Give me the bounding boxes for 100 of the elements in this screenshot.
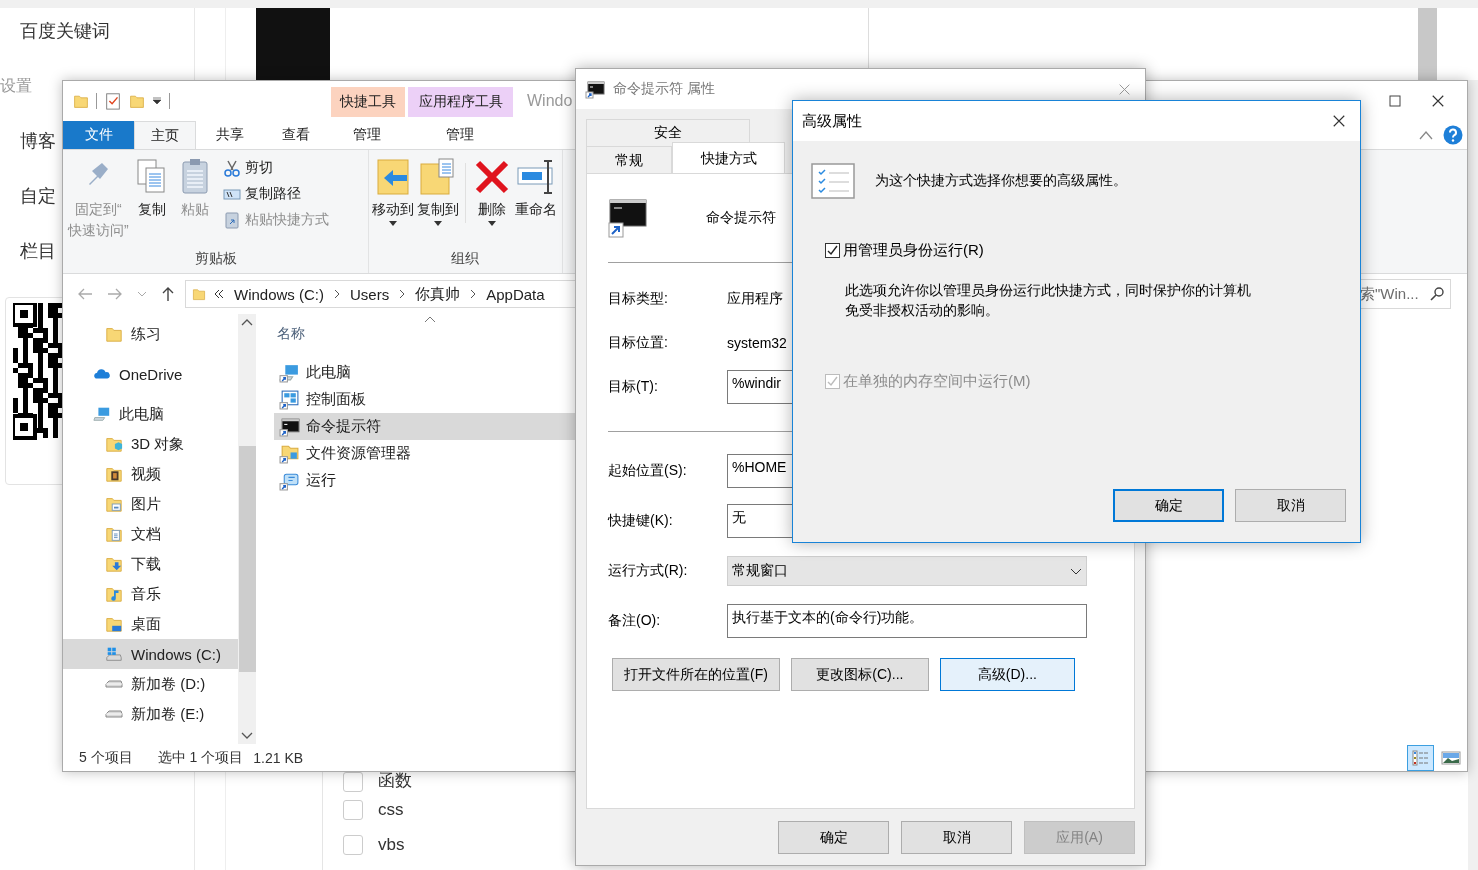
nav-item[interactable]: 练习 bbox=[63, 319, 238, 349]
back-icon[interactable] bbox=[77, 287, 93, 301]
checkbox-label: 在单独的内存空间中运行(M) bbox=[843, 372, 1031, 391]
field-label: 起始位置(S): bbox=[608, 462, 688, 480]
ribbon-tab[interactable]: 共享 bbox=[196, 121, 263, 149]
nav-item[interactable]: OneDrive bbox=[63, 359, 238, 389]
button[interactable]: 更改图标(C)... bbox=[790, 658, 929, 691]
nav-item[interactable]: 桌面 bbox=[63, 609, 238, 639]
scroll-up-icon[interactable] bbox=[241, 318, 253, 326]
folder-document-icon bbox=[105, 525, 123, 543]
tab[interactable]: 常规 bbox=[586, 146, 672, 174]
chevron-icon bbox=[399, 289, 406, 299]
button[interactable]: 取消 bbox=[901, 821, 1012, 854]
folder-icon bbox=[279, 443, 300, 464]
help-icon[interactable] bbox=[1443, 125, 1463, 145]
status-text: 5 个项目 bbox=[79, 748, 133, 767]
scroll-down-icon[interactable] bbox=[241, 732, 253, 740]
collapse-icon[interactable] bbox=[1419, 130, 1433, 140]
column-header[interactable]: 名称 bbox=[277, 325, 305, 343]
folder-screen-icon bbox=[105, 615, 123, 633]
button[interactable]: 高级(D)... bbox=[939, 658, 1075, 691]
button[interactable]: 取消 bbox=[1235, 489, 1346, 522]
nav-item[interactable]: 新加卷 (D:) bbox=[63, 669, 238, 699]
computer-icon bbox=[279, 362, 300, 383]
field-label: 备注(O): bbox=[608, 612, 662, 630]
ribbon-button[interactable]: 剪切 bbox=[220, 155, 331, 181]
text-field[interactable]: 执行基于文本的(命令行)功能。 bbox=[727, 604, 1087, 638]
folder-film-icon bbox=[105, 465, 123, 483]
nav-item[interactable]: 文档 bbox=[63, 519, 238, 549]
computer-icon bbox=[93, 405, 111, 423]
field-label: 目标位置: bbox=[608, 334, 669, 352]
nav-item[interactable]: 新加卷 (E:) bbox=[63, 699, 238, 729]
scrollbar[interactable] bbox=[1468, 80, 1478, 870]
description-text: 此选项允许你以管理员身份运行此快捷方式，同时保护你的计算机免受非授权活动的影响。 bbox=[845, 281, 1252, 320]
file-tab[interactable]: 文件 bbox=[63, 121, 134, 149]
ribbon-tab[interactable]: 查看 bbox=[263, 121, 328, 149]
button[interactable]: 确定 bbox=[778, 821, 889, 854]
ribbon-tab[interactable]: 管理 bbox=[328, 121, 406, 149]
sidebar-item[interactable]: 自定 bbox=[20, 183, 56, 209]
scrollbar[interactable] bbox=[1418, 8, 1437, 80]
tab[interactable]: 快捷方式 bbox=[672, 142, 785, 174]
nav-item[interactable]: 视频 bbox=[63, 459, 238, 489]
sidebar-item[interactable]: 百度关键词 bbox=[20, 18, 110, 44]
window-title: 命令提示符 属性 bbox=[613, 80, 715, 98]
ribbon-button[interactable]: 移动到 bbox=[371, 155, 415, 250]
ribbon-button[interactable]: 重命名 bbox=[514, 155, 558, 250]
window-title: 高级属性 bbox=[802, 111, 862, 131]
breadcrumb[interactable]: AppData bbox=[484, 285, 547, 303]
field-label: 目标(T): bbox=[608, 378, 659, 396]
sort-icon bbox=[424, 316, 436, 323]
tool-tab-header: 快捷工具 bbox=[331, 87, 405, 117]
ribbon-tab[interactable]: 管理 bbox=[406, 121, 513, 149]
sidebar-item[interactable]: 博客 bbox=[20, 128, 56, 154]
button[interactable]: 确定 bbox=[1113, 489, 1224, 522]
close-icon[interactable] bbox=[1332, 114, 1346, 128]
breadcrumb[interactable]: Users bbox=[348, 285, 392, 303]
checkbox-label: 函数 bbox=[378, 770, 412, 792]
drive-icon bbox=[105, 645, 123, 663]
ribbon-button[interactable]: 复制到 bbox=[416, 155, 460, 250]
scrollbar[interactable] bbox=[238, 314, 256, 744]
caret-icon bbox=[488, 221, 496, 226]
clipboard-icon bbox=[222, 211, 241, 229]
ribbon-button[interactable]: 复制 bbox=[130, 155, 173, 250]
group-label: 剪贴板 bbox=[193, 250, 238, 268]
ribbon-button[interactable]: 复制路径 bbox=[220, 181, 331, 207]
button[interactable]: 打开文件所在的位置(F) bbox=[612, 658, 780, 691]
breadcrumb[interactable]: 你真帅 bbox=[413, 284, 463, 304]
caret-icon bbox=[434, 221, 442, 226]
nav-item[interactable]: Windows (C:) bbox=[63, 639, 238, 669]
checkbox-label: 用管理员身份运行(R) bbox=[843, 241, 984, 260]
field-label: 目标类型: bbox=[608, 290, 669, 308]
checkbox[interactable] bbox=[825, 243, 840, 258]
field-label: 快捷键(K): bbox=[608, 512, 674, 530]
folder-icon bbox=[105, 325, 123, 343]
nav-item[interactable]: 此电脑 bbox=[63, 399, 238, 429]
caret-icon[interactable] bbox=[152, 97, 162, 105]
forward-icon[interactable] bbox=[107, 287, 123, 301]
tab[interactable]: 安全 bbox=[586, 119, 750, 146]
nav-item[interactable]: 下载 bbox=[63, 549, 238, 579]
dropdown[interactable]: 常规窗口 bbox=[727, 556, 1087, 586]
view-button[interactable] bbox=[1407, 744, 1434, 771]
maximize-icon[interactable] bbox=[1389, 95, 1401, 107]
nav-item[interactable]: 图片 bbox=[63, 489, 238, 519]
close-icon[interactable] bbox=[1431, 94, 1445, 108]
breadcrumb[interactable]: Windows (C:) bbox=[232, 285, 326, 303]
up-icon[interactable] bbox=[161, 286, 175, 302]
caret-icon bbox=[1070, 567, 1082, 575]
checklist-icon bbox=[104, 91, 122, 111]
ribbon-tab[interactable]: 主页 bbox=[134, 121, 196, 149]
text-field-icon bbox=[516, 157, 556, 197]
status-text: 1.21 KB bbox=[253, 749, 304, 766]
dialog-text: 为这个快捷方式选择你想要的高级属性。 bbox=[875, 172, 1127, 190]
drive-icon bbox=[105, 680, 123, 688]
folder-down-arrow-icon bbox=[105, 555, 123, 573]
nav-item[interactable]: 3D 对象 bbox=[63, 429, 238, 459]
ribbon-button[interactable]: 删除 bbox=[471, 155, 513, 250]
nav-item[interactable]: 音乐 bbox=[63, 579, 238, 609]
large-icons-view-icon bbox=[1440, 750, 1461, 765]
sidebar-item[interactable]: 栏目 bbox=[20, 238, 56, 264]
tool-tab-header: 应用程序工具 bbox=[408, 87, 513, 117]
